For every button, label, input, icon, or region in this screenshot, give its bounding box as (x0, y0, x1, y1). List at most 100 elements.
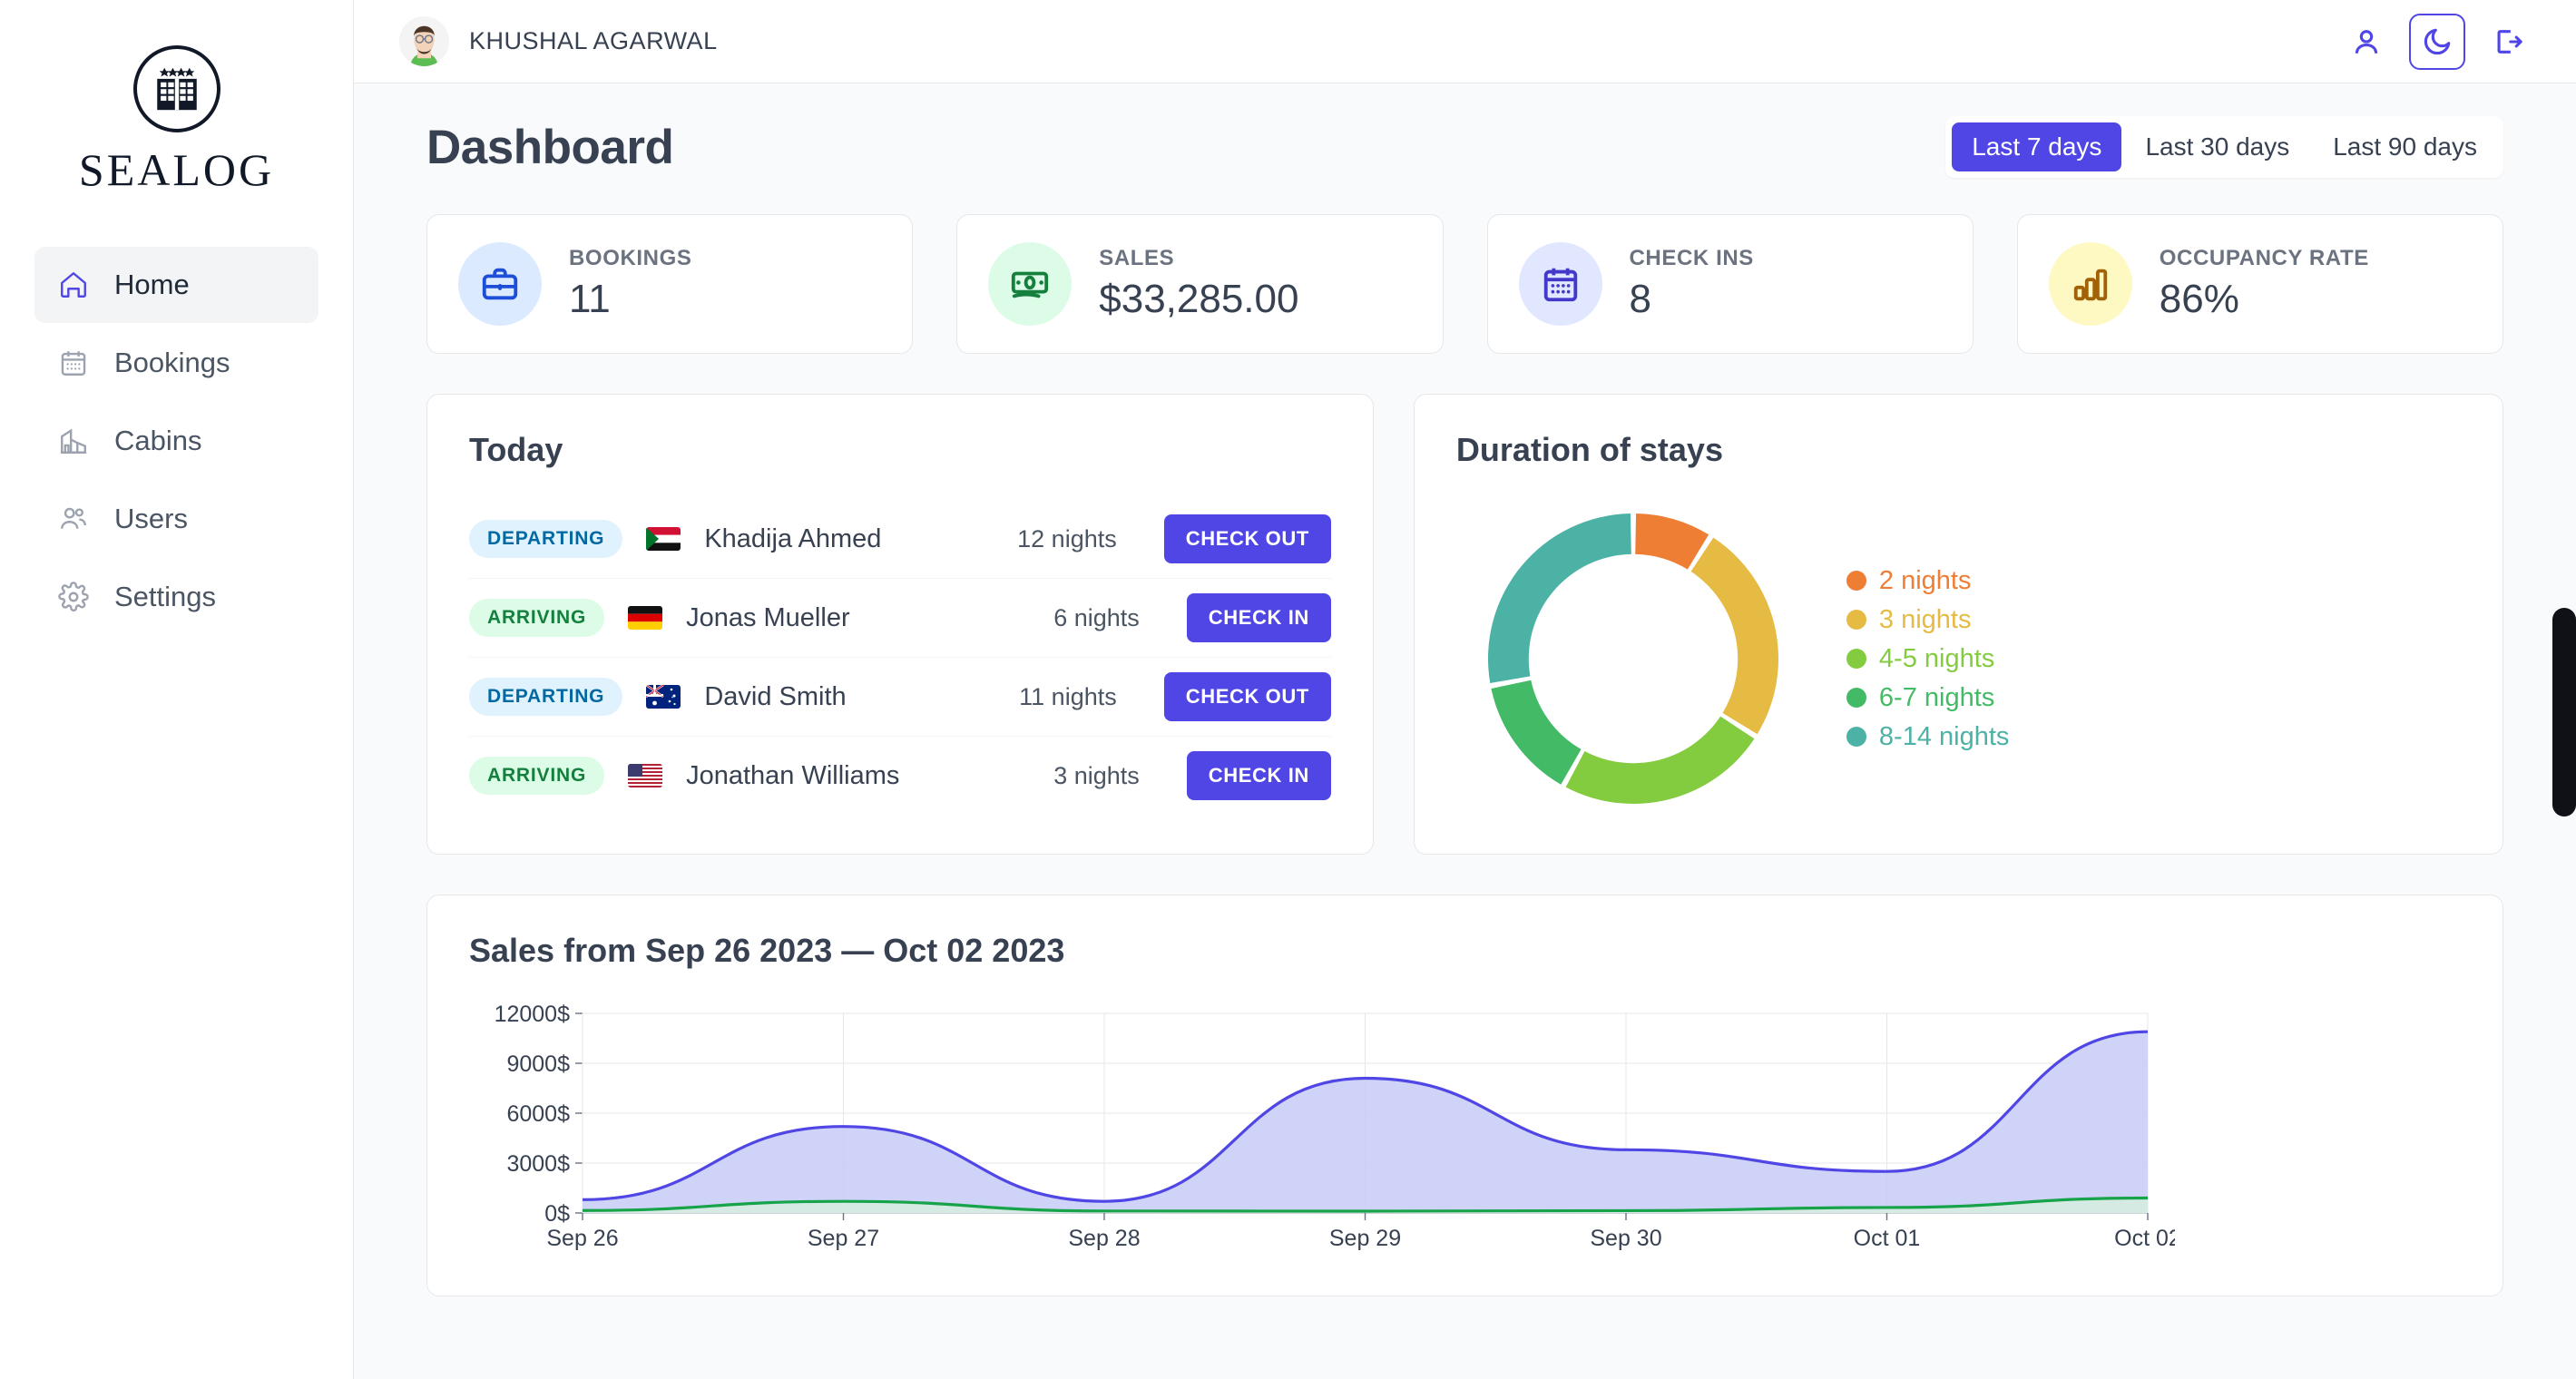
duration-legend: 2 nights 3 nights 4-5 nights 6-7 nights 8-14… (1846, 566, 2010, 752)
duration-body: 2 nights 3 nights 4-5 nights 6-7 nights 8-14… (1456, 500, 2461, 817)
topbar: KHUSHAL AGARWAL (354, 0, 2576, 83)
sidebar: SEALOG Home Bookings Cabins (0, 0, 354, 1379)
today-title: Today (469, 431, 1331, 469)
avatar[interactable] (399, 16, 449, 66)
x-tick-label: Oct 01 (1854, 1226, 1921, 1251)
filter-last-30-days[interactable]: Last 30 days (2125, 122, 2309, 171)
status-badge: ARRIVING (469, 599, 604, 637)
donut-slice (1635, 513, 1709, 570)
sidebar-item-cabins[interactable]: Cabins (34, 403, 318, 479)
duration-donut-chart (1474, 500, 1792, 817)
today-card: Today DEPARTING Khadija Ahmed 12 nights … (426, 394, 1374, 855)
banknote-icon (988, 242, 1072, 326)
flag-australia-icon (646, 685, 681, 709)
today-list: DEPARTING Khadija Ahmed 12 nights CHECK … (469, 500, 1331, 815)
sidebar-item-home[interactable]: Home (34, 247, 318, 323)
sales-chart-title: Sales from Sep 26 2023 — Oct 02 2023 (469, 932, 2461, 970)
table-row: DEPARTING David Smith 11 nights CHECK OU… (469, 657, 1331, 736)
y-tick-label: 3000$ (506, 1151, 570, 1177)
y-tick-label: 9000$ (506, 1051, 570, 1077)
stat-label: CHECK INS (1630, 246, 1754, 271)
x-tick-label: Sep 27 (808, 1226, 879, 1251)
legend-item: 2 nights (1846, 566, 2010, 596)
scrollbar[interactable] (2552, 608, 2576, 817)
topbar-actions (2338, 14, 2536, 70)
x-tick-label: Sep 28 (1068, 1226, 1140, 1251)
legend-label: 8-14 nights (1879, 722, 2010, 752)
moon-icon[interactable] (2409, 14, 2465, 70)
stat-cards: BOOKINGS 11 SALES $33,285.00 (426, 214, 2503, 354)
flag-germany-icon (628, 606, 662, 630)
stat-value: 11 (569, 277, 691, 322)
flag-sudan-icon (646, 527, 681, 551)
sidebar-item-settings[interactable]: Settings (34, 559, 318, 635)
bar-chart-icon (2049, 242, 2132, 326)
legend-label: 3 nights (1879, 605, 1972, 635)
legend-color-dot (1846, 571, 1866, 591)
y-tick-label: 6000$ (506, 1101, 570, 1127)
nights-count: 3 nights (1053, 762, 1140, 790)
legend-color-dot (1846, 610, 1866, 630)
stat-value: 8 (1630, 277, 1754, 322)
x-tick-label: Sep 30 (1590, 1226, 1661, 1251)
table-row: DEPARTING Khadija Ahmed 12 nights CHECK … (469, 500, 1331, 578)
sidebar-item-label: Settings (114, 581, 216, 613)
check-out-button[interactable]: CHECK OUT (1164, 514, 1331, 563)
sidebar-nav: Home Bookings Cabins Users (0, 247, 353, 635)
guest-name: Khadija Ahmed (704, 524, 994, 554)
legend-item: 8-14 nights (1846, 722, 2010, 752)
duration-of-stays-card: Duration of stays 2 nights3 nights4-5 ni… (1414, 394, 2503, 855)
status-badge: DEPARTING (469, 678, 622, 716)
cabin-icon (56, 424, 91, 458)
donut-slice (1491, 680, 1581, 785)
legend-item: 4-5 nights (1846, 644, 2010, 674)
donut-slice (1566, 717, 1755, 804)
user-icon[interactable] (2338, 14, 2395, 70)
logout-icon[interactable] (2480, 14, 2536, 70)
y-tick-label: 0$ (544, 1201, 570, 1227)
y-tick-label: 12000$ (495, 1002, 571, 1027)
legend-item: 6-7 nights (1846, 683, 2010, 713)
stat-card-check-ins: CHECK INS 8 (1487, 214, 1974, 354)
page-title: Dashboard (426, 120, 673, 175)
stat-value: 86% (2160, 277, 2369, 322)
sidebar-item-label: Users (114, 503, 188, 535)
table-row: ARRIVING Jonathan Williams 3 nights CHEC… (469, 736, 1331, 815)
legend-color-dot (1846, 727, 1866, 747)
check-in-button[interactable]: CHECK IN (1187, 751, 1331, 800)
dashboard-app: SEALOG Home Bookings Cabins (0, 0, 2576, 1379)
sidebar-item-bookings[interactable]: Bookings (34, 325, 318, 401)
legend-label: 6-7 nights (1879, 683, 1994, 713)
stat-label: OCCUPANCY RATE (2160, 246, 2369, 271)
home-icon (56, 268, 91, 302)
calendar-icon (1519, 242, 1602, 326)
briefcase-icon (458, 242, 542, 326)
filter-last-90-days[interactable]: Last 90 days (2313, 122, 2497, 171)
nights-count: 6 nights (1053, 604, 1140, 632)
legend-label: 2 nights (1879, 566, 1972, 596)
stat-card-occupancy-rate: OCCUPANCY RATE 86% (2017, 214, 2503, 354)
sidebar-item-users[interactable]: Users (34, 481, 318, 557)
sidebar-item-label: Cabins (114, 425, 202, 457)
legend-color-dot (1846, 688, 1866, 708)
page-content: Dashboard Last 7 days Last 30 days Last … (354, 83, 2576, 1379)
guest-name: Jonas Mueller (686, 603, 1030, 633)
today-and-duration-row: Today DEPARTING Khadija Ahmed 12 nights … (426, 394, 2503, 855)
check-in-button[interactable]: CHECK IN (1187, 593, 1331, 642)
check-out-button[interactable]: CHECK OUT (1164, 672, 1331, 721)
status-badge: DEPARTING (469, 520, 622, 558)
sidebar-item-label: Bookings (114, 347, 230, 379)
filter-last-7-days[interactable]: Last 7 days (1952, 122, 2121, 171)
guest-name: David Smith (704, 682, 995, 712)
gear-icon (56, 580, 91, 614)
x-tick-label: Sep 26 (546, 1226, 618, 1251)
sales-chart-card: Sales from Sep 26 2023 — Oct 02 2023 0$ 3… (426, 895, 2503, 1296)
sales-area-chart: 0$ 3000$ 6000$ 9000$ 12000$ Sep 26 Sep 27 Sep 2… (469, 1001, 2175, 1264)
date-range-filter: Last 7 days Last 30 days Last 90 days (1945, 116, 2503, 178)
legend-label: 4-5 nights (1879, 644, 1994, 674)
stat-label: BOOKINGS (569, 246, 691, 271)
status-badge: ARRIVING (469, 757, 604, 795)
guest-name: Jonathan Williams (686, 761, 1030, 791)
user-name: KHUSHAL AGARWAL (469, 27, 718, 55)
stat-card-sales: SALES $33,285.00 (956, 214, 1443, 354)
